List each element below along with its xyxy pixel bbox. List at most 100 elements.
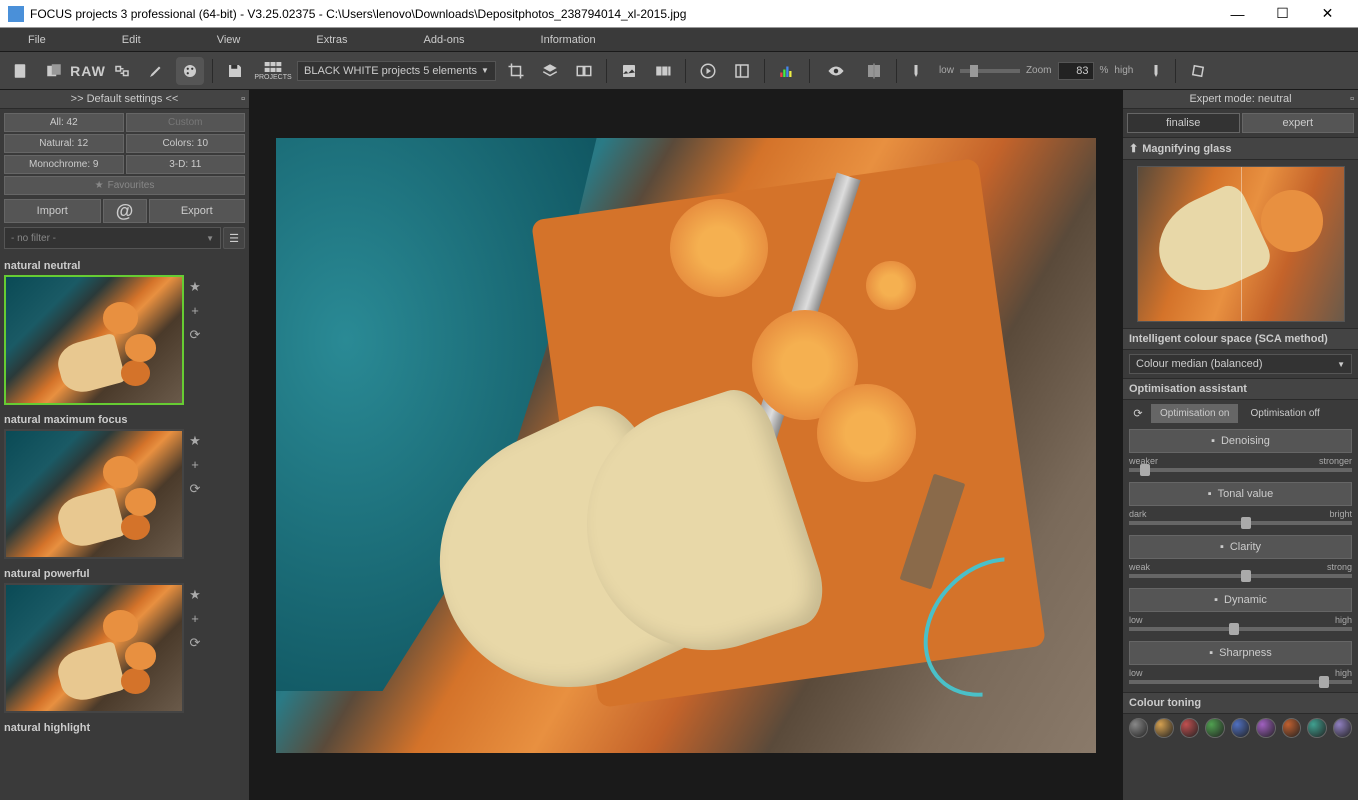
menu-information[interactable]: Information [533,32,604,48]
menu-extras[interactable]: Extras [308,32,355,48]
flip-icon[interactable] [860,57,888,85]
tab-finalise[interactable]: finalise [1127,113,1240,133]
adjustment-slider[interactable] [1129,627,1352,631]
tone-swatch[interactable] [1180,718,1199,738]
tone-swatch[interactable] [1154,718,1173,738]
import-button[interactable]: Import [4,199,101,223]
opt-on-button[interactable]: Optimisation on [1151,404,1238,423]
adjustment-icon: ▪ [1208,488,1212,500]
canvas-area[interactable] [250,90,1122,800]
adjustment-button[interactable]: ▪ Sharpness [1129,641,1352,665]
preset-thumbnail[interactable] [4,275,184,405]
layers-icon[interactable] [536,57,564,85]
cat-custom-button[interactable]: Custom [126,113,246,132]
cat-natural-button[interactable]: Natural: 12 [4,134,124,153]
palette-icon[interactable] [176,57,204,85]
menu-file[interactable]: File [20,32,54,48]
adj-left-label: low [1129,615,1143,625]
preset-thumbnail[interactable] [4,583,184,713]
panel-icon[interactable] [728,57,756,85]
at-button[interactable]: @ [103,199,147,223]
menu-edit[interactable]: Edit [114,32,149,48]
crop-icon[interactable] [502,57,530,85]
preset-label: natural powerful [4,565,245,583]
panel-collapse-icon[interactable]: ▫ [1350,93,1354,105]
marker-low-icon[interactable] [905,57,933,85]
refresh-icon[interactable]: ⟳ [188,635,202,649]
magnifying-header[interactable]: ⬆ Magnifying glass [1123,137,1358,160]
preset-label: natural maximum focus [4,411,245,429]
cat-mono-button[interactable]: Monochrome: 9 [4,155,124,174]
adjustment-button[interactable]: ▪ Denoising [1129,429,1352,453]
zoom-slider-low[interactable] [960,69,1020,73]
preset-item: natural highlight [4,719,245,737]
export-button[interactable]: Export [149,199,246,223]
chevron-down-icon: ▼ [1337,360,1345,369]
tone-swatch[interactable] [1129,718,1148,738]
adjustment-slider[interactable] [1129,574,1352,578]
star-icon[interactable]: ★ [188,433,202,447]
zoom-input[interactable] [1058,62,1094,80]
tone-swatch[interactable] [1282,718,1301,738]
plus-icon[interactable]: + [188,303,202,317]
tone-swatch[interactable] [1307,718,1326,738]
new-document-icon[interactable] [6,57,34,85]
refresh-icon[interactable]: ⟳ [188,481,202,495]
adjustment-button[interactable]: ▪ Clarity [1129,535,1352,559]
rotate-crop-icon[interactable] [1184,57,1212,85]
adjustment-icon: ▪ [1211,435,1215,447]
star-icon[interactable]: ★ [188,587,202,601]
plus-icon[interactable]: + [188,611,202,625]
adjustment-block: ▪ Clarity weak strong [1123,533,1358,586]
compare-icon[interactable] [570,57,598,85]
sca-dropdown[interactable]: Colour median (balanced) ▼ [1129,354,1352,374]
save-icon[interactable] [221,57,249,85]
adjustment-button[interactable]: ▪ Dynamic [1129,588,1352,612]
adjustment-button[interactable]: ▪ Tonal value [1129,482,1352,506]
menu-addons[interactable]: Add-ons [416,32,473,48]
refresh-icon[interactable]: ⟳ [188,327,202,341]
batch-icon[interactable] [649,57,677,85]
filter-options-icon[interactable]: ☰ [223,227,245,249]
preset-dropdown[interactable]: BLACK WHITE projects 5 elements ▼ [297,61,496,81]
tone-swatch[interactable] [1205,718,1224,738]
tone-swatch[interactable] [1333,718,1352,738]
tab-expert[interactable]: expert [1242,113,1355,133]
raw-button[interactable]: RAW [74,57,102,85]
cat-colors-button[interactable]: Colors: 10 [126,134,246,153]
right-panel: Expert mode: neutral ▫ finalise expert ⬆… [1122,90,1358,800]
play-icon[interactable] [694,57,722,85]
adj-right-label: high [1335,668,1352,678]
cat-all-button[interactable]: All: 42 [4,113,124,132]
filter-dropdown[interactable]: - no filter - ▼ [4,227,221,249]
tone-swatch[interactable] [1231,718,1250,738]
preset-thumbnail[interactable] [4,429,184,559]
brush-icon[interactable] [142,57,170,85]
adjustment-name: Sharpness [1219,647,1272,659]
adjustment-slider[interactable] [1129,680,1352,684]
documents-icon[interactable] [40,57,68,85]
favourites-button[interactable]: ★ Favourites [4,176,245,195]
maximize-button[interactable]: ☐ [1260,0,1305,28]
refresh-icon[interactable]: ⟳ [1129,405,1147,423]
adjustment-block: ▪ Denoising weaker stronger [1123,427,1358,480]
adjustment-slider[interactable] [1129,468,1352,472]
projects-icon[interactable]: PROJECTS [255,57,291,85]
star-icon[interactable]: ★ [188,279,202,293]
eye-icon[interactable] [818,57,854,85]
tone-swatch[interactable] [1256,718,1275,738]
minimize-button[interactable]: — [1215,0,1260,28]
close-button[interactable]: ✕ [1305,0,1350,28]
left-panel-header: >> Default settings << ▫ [0,90,249,109]
settings-icon[interactable] [108,57,136,85]
plus-icon[interactable]: + [188,457,202,471]
panel-collapse-icon[interactable]: ▫ [241,93,245,105]
adjustment-slider[interactable] [1129,521,1352,525]
cat-3d-button[interactable]: 3-D: 11 [126,155,246,174]
magnifier-preview[interactable] [1137,166,1345,322]
opt-off-button[interactable]: Optimisation off [1242,405,1327,422]
menu-view[interactable]: View [209,32,249,48]
export-image-icon[interactable] [615,57,643,85]
marker-high-icon[interactable] [1139,57,1167,85]
histogram-icon[interactable] [773,57,801,85]
